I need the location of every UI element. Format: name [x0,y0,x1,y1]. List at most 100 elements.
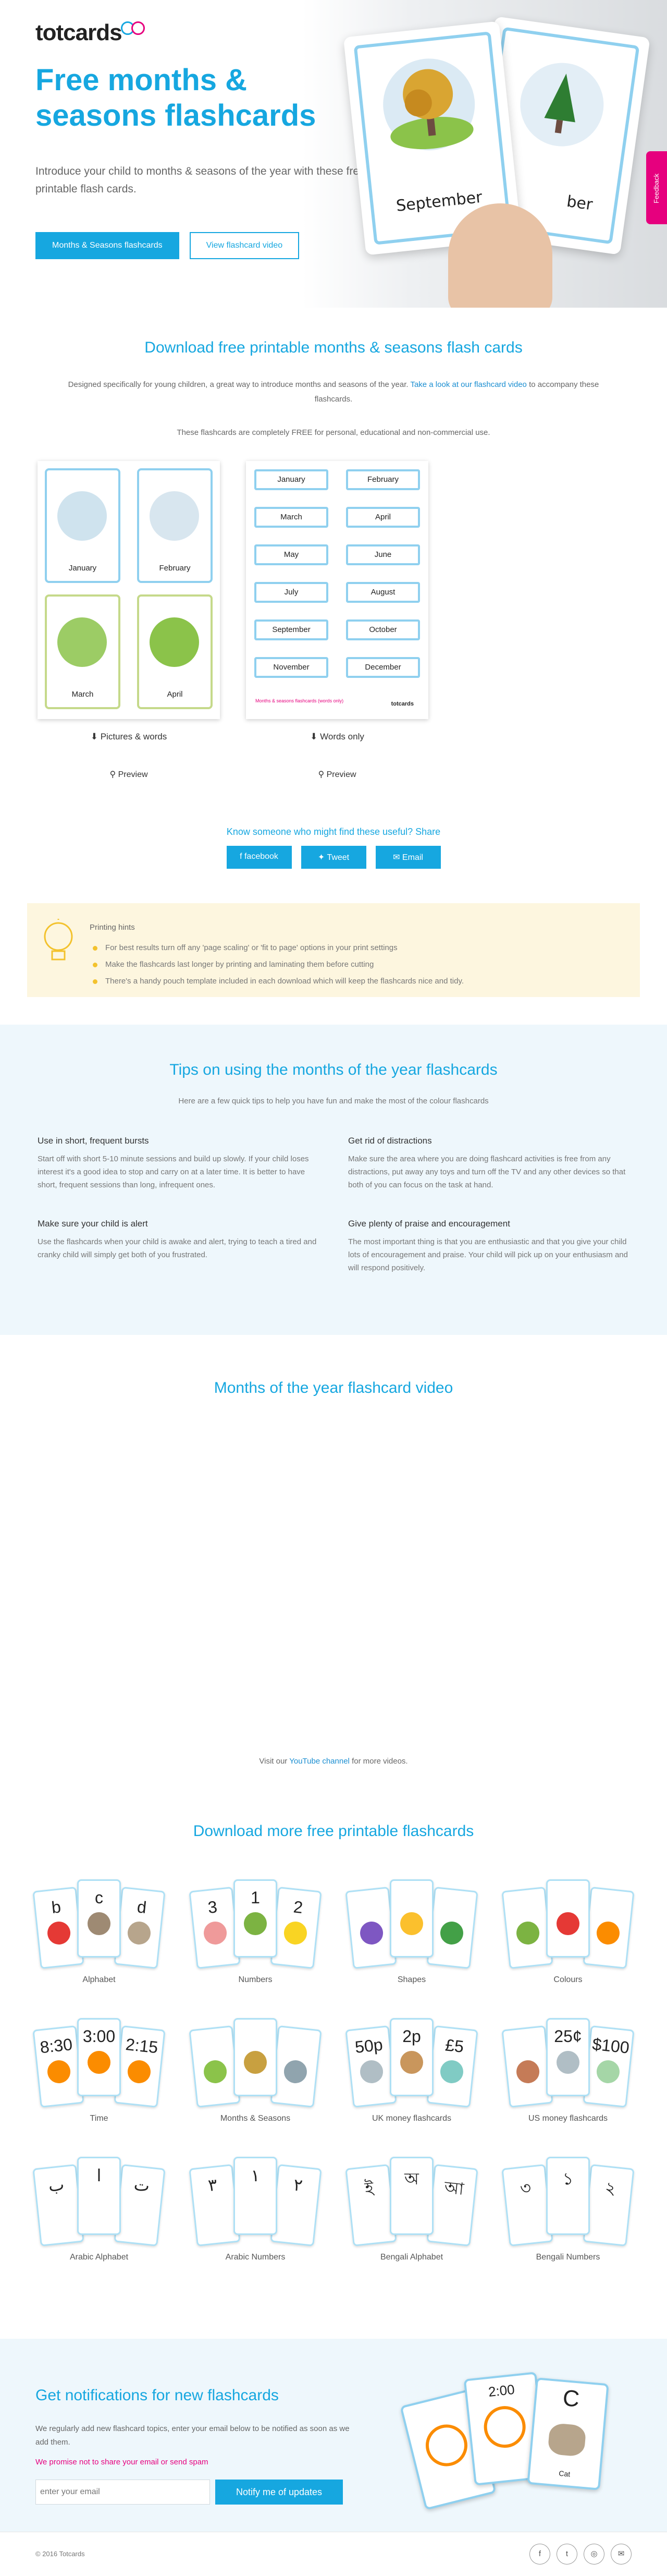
flashcard-set-link[interactable]: 8:30 2:15 3:00 Time [31,2018,167,2123]
email-input[interactable] [35,2480,210,2505]
pictures-sheet-preview[interactable]: January February March April [38,461,220,719]
month-word-card: February [346,469,420,490]
flashcard-symbol: 50p [354,2035,384,2057]
month-word-card: March [254,507,328,528]
video-player[interactable] [73,1418,594,1731]
flashcard-picture-icon [515,2059,541,2085]
page-title: Free months & seasons flashcards [35,63,316,132]
flashcard-preview-card [501,1887,553,1969]
download-section: Download free printable months & seasons… [0,308,667,1025]
flashcard-set-link[interactable]: ب ت ا Arabic Alphabet [31,2157,167,2262]
words-sheet-preview[interactable]: Months & seasons flashcards (words only)… [246,461,428,719]
flashcard-symbol [279,2034,319,2038]
download-words-link[interactable]: ⬇ Words only [246,732,428,742]
flashcard-set-label: Months & Seasons [220,2114,291,2123]
download-icon: ⬇ [90,732,98,742]
flashcard-set-label: Bengali Numbers [536,2253,600,2262]
preview-pictures-link[interactable]: ⚲ Preview [38,769,220,780]
flashcard-video-link[interactable]: Take a look at our flashcard video [410,380,526,389]
flashcard-set-link[interactable]: b d c Alphabet [31,1879,167,1985]
printing-hints: Printing hints For best results turn off… [27,903,640,997]
flashcard-set-link[interactable]: ৩ ২ ১ Bengali Numbers [500,2157,636,2262]
mini-card-april: April [137,594,213,709]
flashcard-preview-card [345,1887,397,1969]
flashcard-picture-icon [88,1912,110,1935]
flashcard-set-label: Bengali Alphabet [380,2253,443,2262]
flashcard-set-preview: ٣ ٢ ١ [188,2157,323,2246]
video-section: Months of the year flashcard video Visit… [0,1335,667,1822]
flashcard-set-preview: ইআঅ [344,2157,479,2246]
flashcard-picture-icon [46,2059,72,2085]
flashcard-symbol: ٣ [207,2175,218,2195]
flashcard-set-preview: bdc [31,1879,167,1969]
flashcard-set-link[interactable]: ই আ অ Bengali Alphabet [344,2157,479,2262]
flashcard-preview-card: 2:15 [114,2025,166,2108]
preview-words-link[interactable]: ⚲ Preview [246,769,428,780]
flashcard-picture-icon [46,2197,72,2223]
download-pictures-link[interactable]: ⬇ Pictures & words [38,732,220,742]
flashcard-picture-icon [202,2059,228,2085]
flashcard-symbol: d [136,1897,147,1917]
flashcard-symbol: 8:30 [39,2035,73,2057]
flashcard-preview-card: 1 [233,1879,277,1958]
flashcard-preview-card: 2 [270,1887,322,1969]
flashcard-set-link[interactable]: 50p £5 2p UK money flashcards [344,2018,479,2123]
facebook-icon[interactable]: f [529,2544,550,2565]
flashcard-preview-card: ১ [546,2157,590,2235]
month-word-card: September [254,619,328,640]
feedback-tab[interactable]: Feedback [646,151,667,224]
months-seasons-button[interactable]: Months & Seasons flashcards [35,232,179,259]
facebook-share-button[interactable]: f facebook [226,846,292,869]
search-icon: ⚲ [318,770,325,779]
flashcard-set-link[interactable]: 3 2 1 Numbers [188,1879,323,1985]
words-sheet-column: Months & seasons flashcards (words only)… [246,461,428,780]
flashcard-preview-card: ١ [233,2157,277,2235]
flashcard-picture-icon [88,2051,110,2074]
download-title: Download free printable months & seasons… [144,339,523,356]
more-flashcards-section: Download more free printable flashcards … [0,1822,667,2339]
flashcard-preview-card: 8:30 [32,2025,84,2108]
flashcard-set-link[interactable]: Shapes [344,1879,479,1985]
words-sheet-footer-logo: totcards [391,701,414,707]
footer: © 2016 Totcards f t ◎ ✉ [0,2532,667,2576]
youtube-channel-link[interactable]: YouTube channel [289,1757,350,1766]
email-share-button[interactable]: ✉ Email [375,846,441,869]
logo-faces-icon [120,21,145,35]
tweet-share-button[interactable]: ✦ Tweet [301,846,366,869]
notify-button[interactable]: Notify me of updates [215,2480,343,2505]
logo[interactable]: totcards [35,20,145,46]
flashcard-set-link[interactable]: Colours [500,1879,636,1985]
flashcard-symbol: 2:15 [125,2035,159,2057]
notify-description: We regularly add new flashcard topics, e… [35,2424,350,2447]
flashcard-symbol: $100 [591,2034,631,2057]
flashcard-preview-card: ২ [583,2164,635,2246]
flashcard-symbol: 3 [207,1897,218,1917]
share-buttons: f facebook ✦ Tweet ✉ Email [0,846,667,869]
twitter-icon[interactable]: t [557,2544,577,2565]
tip-item: Use in short, frequent bursts Start off w… [38,1136,309,1189]
flashcard-preview-card: 3:00 [77,2018,121,2096]
flashcard-set-link[interactable]: Months & Seasons [188,2018,323,2123]
flashcard-set-label: Shapes [397,1975,426,1984]
instagram-icon[interactable]: ◎ [584,2544,604,2565]
month-word-card: August [346,582,420,603]
flashcard-symbol: ٢ [292,2175,304,2195]
hint-item: For best results turn off any 'page scal… [90,940,464,956]
flashcard-picture-icon [244,2051,267,2074]
tips-title: Tips on using the months of the year fla… [169,1061,498,1078]
view-video-button[interactable]: View flashcard video [189,232,300,259]
flashcard-picture-icon [515,1920,541,1946]
flashcard-symbol: £5 [444,2035,465,2056]
notify-section: Get notifications for new flashcards We … [0,2339,667,2532]
flashcard-set-label: Numbers [238,1975,273,1984]
hint-item: Make the flashcards last longer by print… [90,956,464,973]
lightbulb-icon [44,919,73,961]
logo-text: totcards [35,20,122,45]
flashcard-picture-icon [595,1920,621,1946]
flashcard-picture-icon [202,1920,228,1946]
flashcard-picture-icon [557,2190,579,2213]
flashcard-set-link[interactable]: $100 25¢ US money flashcards [500,2018,636,2123]
flashcard-set-link[interactable]: ٣ ٢ ١ Arabic Numbers [188,2157,323,2262]
flashcard-symbol [348,1895,388,1900]
email-icon[interactable]: ✉ [611,2544,632,2565]
